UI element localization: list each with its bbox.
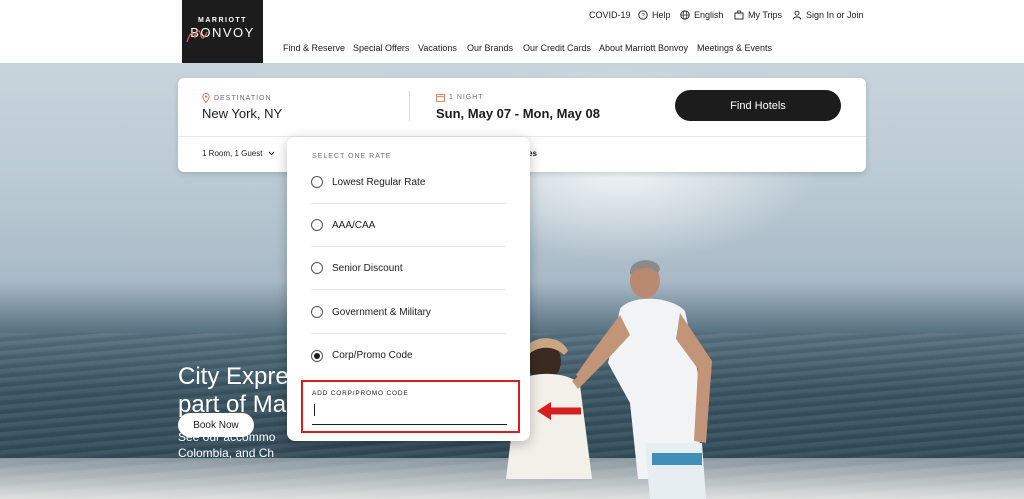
rate-dropdown: SELECT ONE RATE Lowest Regular Rate AAA/… (287, 137, 530, 441)
dates-field[interactable]: Sun, May 07 - Mon, May 08 (436, 106, 600, 121)
nav-about-bonvoy[interactable]: About Marriott Bonvoy (599, 43, 688, 53)
text-cursor (314, 404, 315, 416)
destination-label: DESTINATION (214, 94, 272, 102)
nav-vacations[interactable]: Vacations (418, 43, 457, 53)
rate-option-senior[interactable]: Senior Discount (311, 247, 506, 290)
utility-link-language[interactable]: English (680, 10, 724, 20)
promo-code-highlight: ADD CORP/PROMO CODE (301, 380, 520, 433)
utility-link-my-trips[interactable]: My Trips (734, 10, 782, 20)
nav-find-reserve[interactable]: Find & Reserve (283, 43, 345, 53)
utility-link-help[interactable]: ? Help (638, 10, 671, 20)
destination-label-row: DESTINATION (202, 93, 272, 103)
calendar-icon (436, 93, 445, 102)
help-circle-icon: ? (638, 10, 648, 20)
logo-swirl-icon (186, 30, 208, 43)
field-divider (409, 91, 410, 121)
chevron-down-icon (269, 151, 275, 156)
rate-option-label: Lowest Regular Rate (332, 176, 426, 188)
radio-button[interactable] (311, 262, 323, 274)
destination-field[interactable]: New York, NY (202, 106, 282, 121)
find-hotels-button[interactable]: Find Hotels (675, 90, 841, 121)
utility-link-label: English (694, 10, 724, 20)
radio-button[interactable] (311, 306, 323, 318)
globe-icon (680, 10, 690, 20)
rate-option-label: AAA/CAA (332, 219, 376, 231)
user-icon (792, 10, 802, 20)
hero-family-photo (506, 260, 712, 499)
red-arrow-icon (537, 402, 581, 420)
logo-marriott-text: MARRIOTT (198, 17, 247, 24)
radio-button[interactable] (311, 219, 323, 231)
hero-sub-line2: Colombia, and Ch (178, 446, 275, 460)
utility-link-label: Sign In or Join (806, 10, 864, 20)
rate-option-label: Senior Discount (332, 262, 403, 274)
rate-option-lowest-regular[interactable]: Lowest Regular Rate (311, 161, 506, 204)
marriott-bonvoy-logo[interactable]: MARRIOTT BONVOY (182, 0, 263, 63)
suitcase-icon (734, 10, 744, 20)
utility-link-label: COVID-19 (589, 10, 631, 20)
hero-title: City Expre part of Ma (178, 363, 298, 419)
rate-option-corp-promo[interactable]: Corp/Promo Code (311, 334, 506, 377)
nav-our-brands[interactable]: Our Brands (467, 43, 513, 53)
promo-code-label: ADD CORP/PROMO CODE (312, 390, 409, 397)
radio-button[interactable] (311, 176, 323, 188)
utility-link-covid[interactable]: COVID-19 (589, 10, 631, 20)
rooms-guests-selector[interactable]: 1 Room, 1 Guest (202, 149, 275, 158)
rate-option-aaa-caa[interactable]: AAA/CAA (311, 204, 506, 247)
hero-title-line1: City Expre (178, 363, 289, 390)
location-pin-icon (202, 93, 210, 103)
rate-option-government-military[interactable]: Government & Military (311, 291, 506, 334)
rooms-guests-label: 1 Room, 1 Guest (202, 149, 263, 158)
rate-option-label: Government & Military (332, 306, 431, 318)
book-now-button[interactable]: Book Now (178, 413, 254, 437)
utility-link-label: Help (652, 10, 671, 20)
dates-label: 1 NIGHT (449, 94, 484, 101)
nav-meetings-events[interactable]: Meetings & Events (697, 43, 772, 53)
dropdown-title: SELECT ONE RATE (312, 153, 392, 160)
nav-credit-cards[interactable]: Our Credit Cards (523, 43, 591, 53)
rate-option-label: Corp/Promo Code (332, 350, 413, 361)
radio-button-selected[interactable] (311, 349, 323, 362)
utility-link-label: My Trips (748, 10, 783, 20)
utility-link-sign-in[interactable]: Sign In or Join (792, 10, 864, 20)
site-header: MARRIOTT BONVOY COVID-19 ? Help English … (0, 0, 1024, 63)
promo-code-input[interactable] (312, 401, 507, 425)
nav-special-offers[interactable]: Special Offers (353, 43, 409, 53)
dates-label-row: 1 NIGHT (436, 93, 484, 102)
